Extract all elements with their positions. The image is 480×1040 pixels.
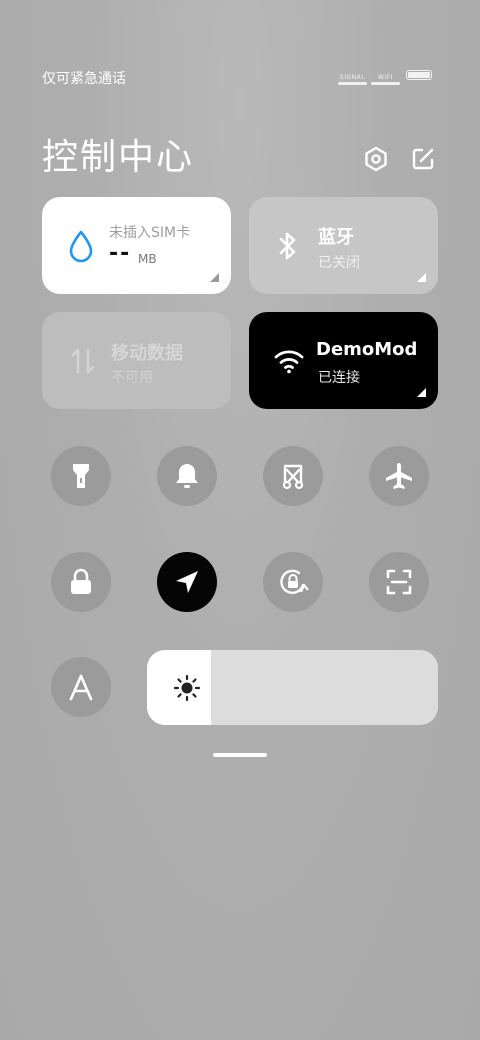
lock-icon: [71, 568, 91, 594]
location-icon: [176, 571, 198, 593]
expand-corner-icon: [210, 273, 219, 282]
mobile-data-icon: [71, 348, 95, 374]
wifi-strength: WIFI: [371, 74, 400, 85]
settings-icon: [365, 146, 387, 172]
wifi-label: WIFI: [378, 74, 393, 81]
home-indicator[interactable]: [213, 753, 267, 757]
screenshot-icon: [282, 464, 304, 490]
signal-label: SIGNAL: [339, 74, 366, 81]
font-icon: [69, 674, 93, 701]
sun-icon: [173, 674, 201, 702]
screenshot-toggle[interactable]: [263, 446, 323, 506]
bluetooth-status: 已关闭: [318, 255, 360, 271]
data-usage-title: 未插入SIM卡: [109, 225, 191, 241]
airplane-mode-toggle[interactable]: [369, 446, 429, 506]
scanner-toggle[interactable]: [369, 552, 429, 612]
auto-brightness-toggle[interactable]: [51, 657, 111, 717]
status-carrier-text: 仅可紧急通话: [42, 71, 126, 87]
data-usage-unit: MB: [138, 252, 157, 266]
airplane-icon: [386, 463, 412, 489]
bluetooth-tile[interactable]: 蓝牙 已关闭: [249, 197, 438, 294]
brightness-slider[interactable]: [147, 650, 438, 725]
lock-screen-toggle[interactable]: [51, 552, 111, 612]
scan-icon: [386, 569, 412, 595]
rotation-lock-toggle[interactable]: [263, 552, 323, 612]
wifi-network-name: DemoMod: [316, 339, 418, 360]
mobile-data-tile[interactable]: 移动数据 不可用: [42, 312, 231, 409]
signal-bar: [338, 82, 367, 85]
bluetooth-icon: [279, 232, 296, 260]
flashlight-icon: [73, 464, 89, 488]
data-usage-value: --: [109, 241, 132, 266]
wifi-tile[interactable]: DemoMod 已连接: [249, 312, 438, 409]
mobile-data-title: 移动数据: [111, 343, 183, 364]
mobile-data-status: 不可用: [111, 370, 153, 386]
page-title: 控制中心: [42, 137, 195, 178]
data-usage-tile[interactable]: 未插入SIM卡 -- MB: [42, 197, 231, 294]
wifi-icon: [274, 350, 304, 374]
location-circle: [157, 552, 217, 612]
wifi-bar: [371, 82, 400, 85]
expand-corner-icon: [417, 388, 426, 397]
expand-corner-icon: [417, 273, 426, 282]
settings-button[interactable]: [362, 145, 390, 173]
silent-toggle[interactable]: [157, 446, 217, 506]
signal-strength: SIGNAL: [338, 74, 367, 85]
edit-button[interactable]: [409, 145, 437, 173]
bell-icon: [176, 464, 198, 488]
battery-icon: [406, 70, 432, 80]
edit-icon: [412, 148, 434, 170]
location-toggle[interactable]: [150, 545, 224, 619]
flashlight-toggle[interactable]: [51, 446, 111, 506]
wifi-status: 已连接: [318, 370, 360, 386]
signal-indicators: SIGNAL WIFI: [338, 69, 400, 85]
rotation-lock-icon: [280, 569, 309, 595]
water-drop-icon: [69, 230, 93, 263]
bluetooth-title: 蓝牙: [318, 227, 354, 248]
